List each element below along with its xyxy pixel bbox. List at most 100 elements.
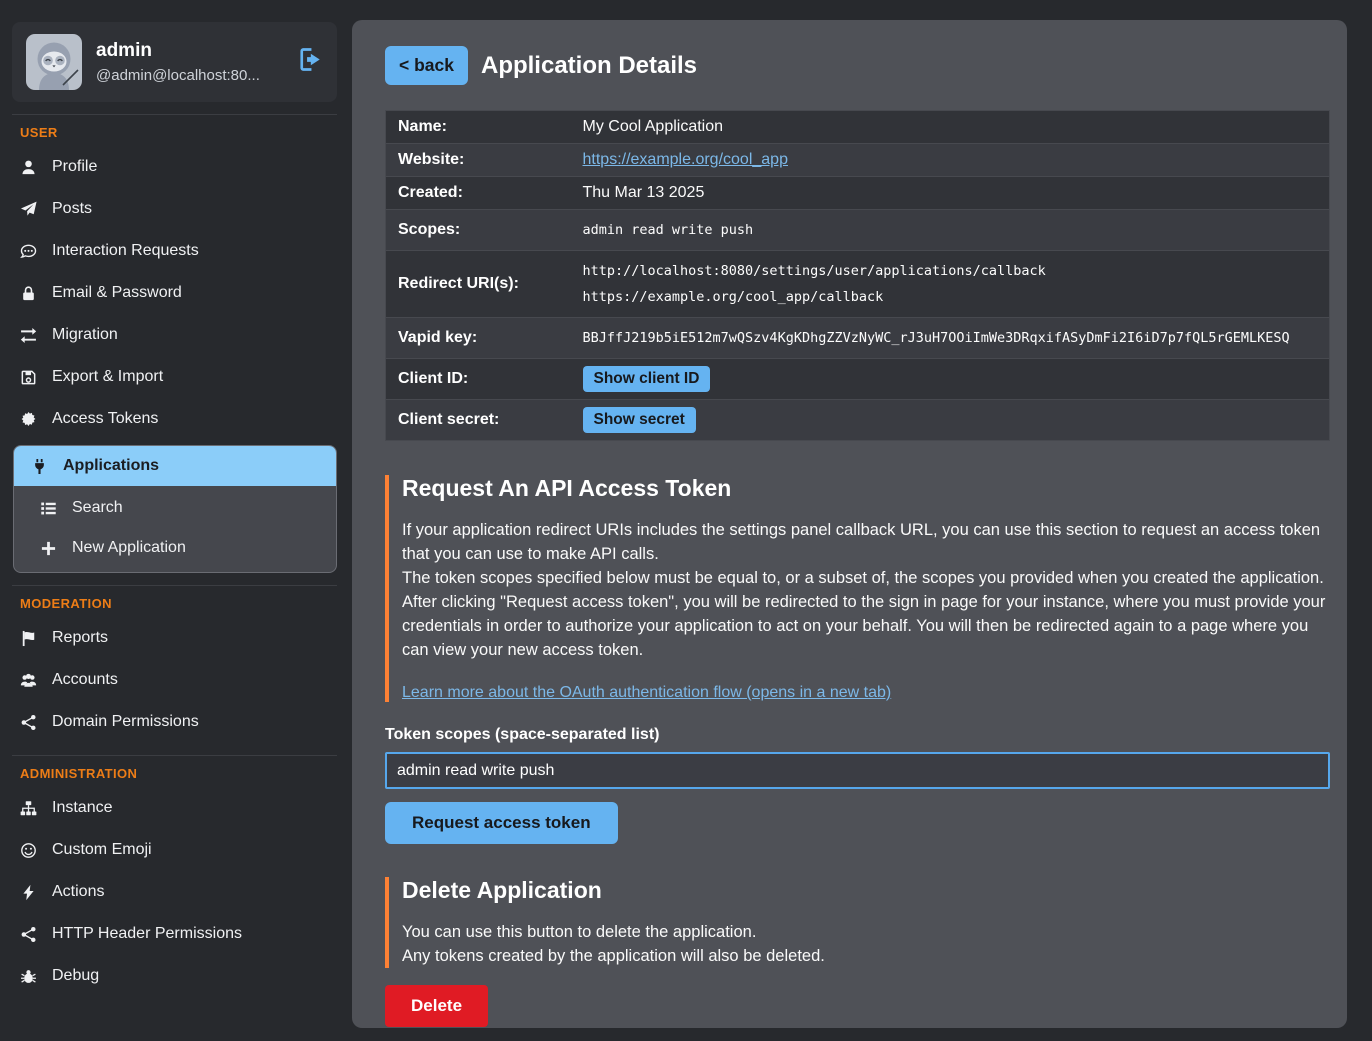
delete-section-body: Delete Application You can use this butt… <box>385 877 1330 968</box>
sidebar-divider <box>12 755 337 756</box>
sidebar-item-label: Email & Password <box>52 284 182 302</box>
paper-plane-icon <box>20 201 37 218</box>
sidebar-divider <box>12 114 337 115</box>
sign-out-icon <box>298 47 323 72</box>
token-scopes-label: Token scopes (space-separated list) <box>385 726 1330 744</box>
sitemap-icon <box>20 800 37 817</box>
sidebar-item-search[interactable]: Search <box>14 488 336 528</box>
logout-button[interactable] <box>298 47 323 77</box>
detail-value: Thu Mar 13 2025 <box>571 177 1330 210</box>
sidebar-item-actions[interactable]: Actions <box>0 871 352 913</box>
plus-icon <box>40 540 57 557</box>
user-name: admin <box>96 40 260 62</box>
user-card[interactable]: admin @admin@localhost:80... <box>12 22 337 102</box>
detail-row-vapid-key: Vapid key: BBJffJ219b5iE512m7wQSzv4KgKDhg… <box>386 318 1330 359</box>
detail-row-client-id: Client ID: Show client ID <box>386 359 1330 400</box>
detail-row-created: Created:Thu Mar 13 2025 <box>386 177 1330 210</box>
bolt-icon <box>20 884 37 901</box>
page-title: Application Details <box>481 52 697 80</box>
detail-value: BBJffJ219b5iE512m7wQSzv4KgKDhgZZVzNyWC_r… <box>571 318 1330 359</box>
detail-label: Vapid key: <box>386 318 571 359</box>
user-meta: admin @admin@localhost:80... <box>96 40 260 84</box>
sidebar-item-debug[interactable]: Debug <box>0 955 352 997</box>
detail-mono-value: admin read write push <box>583 222 754 238</box>
sidebar-item-custom-emoji[interactable]: Custom Emoji <box>0 829 352 871</box>
sidebar-section-label-administration: ADMINISTRATION <box>20 766 352 781</box>
smile-icon <box>20 842 37 859</box>
delete-section-paragraph: Any tokens created by the application wi… <box>402 944 1330 968</box>
detail-value: https://example.org/cool_app <box>571 144 1330 177</box>
sidebar-item-new-application[interactable]: New Application <box>14 528 336 568</box>
user-icon <box>20 159 37 176</box>
flag-icon <box>20 630 37 647</box>
website-link[interactable]: https://example.org/cool_app <box>583 151 788 168</box>
detail-row-website: Website:https://example.org/cool_app <box>386 144 1330 177</box>
token-section: Request An API Access Token If your appl… <box>385 475 1330 844</box>
page-header: < back Application Details <box>385 46 1330 85</box>
detail-mono-value: http://localhost:8080/settings/user/appl… <box>583 258 1318 284</box>
sidebar-item-access-tokens[interactable]: Access Tokens <box>0 398 352 440</box>
oauth-docs-link[interactable]: Learn more about the OAuth authenticatio… <box>402 684 891 702</box>
sidebar-item-email-password[interactable]: Email & Password <box>0 272 352 314</box>
user-lock-icon <box>20 285 37 302</box>
sloth-avatar-image <box>26 34 82 90</box>
sidebar-group-applications: Applications Search New Application <box>13 445 337 573</box>
share-nodes-icon <box>20 714 37 731</box>
sidebar-item-accounts[interactable]: Accounts <box>0 659 352 701</box>
detail-value: Show client ID <box>571 359 1330 400</box>
main-panel: < back Application Details Name:My Cool … <box>352 20 1347 1028</box>
delete-section: Delete Application You can use this butt… <box>385 877 1330 1027</box>
certificate-icon <box>20 411 37 428</box>
sidebar-item-label: Instance <box>52 799 112 817</box>
sidebar-item-reports[interactable]: Reports <box>0 617 352 659</box>
token-scopes-input[interactable] <box>385 752 1330 789</box>
sidebar-item-profile[interactable]: Profile <box>0 146 352 188</box>
sidebar-item-export-import[interactable]: Export & Import <box>0 356 352 398</box>
sidebar-item-label: Reports <box>52 629 108 647</box>
floppy-icon <box>20 369 37 386</box>
sidebar-item-label: Applications <box>63 457 159 475</box>
delete-section-paragraph: You can use this button to delete the ap… <box>402 920 1330 944</box>
token-section-body: Request An API Access Token If your appl… <box>385 475 1330 702</box>
detail-value: http://localhost:8080/settings/user/appl… <box>571 251 1330 318</box>
list-icon <box>40 500 57 517</box>
sidebar-section-label-user: USER <box>20 125 352 140</box>
users-icon <box>20 672 37 689</box>
detail-label: Name: <box>386 111 571 144</box>
sidebar-item-domain-permissions[interactable]: Domain Permissions <box>0 701 352 743</box>
sidebar-item-applications[interactable]: Applications <box>14 446 336 486</box>
token-section-paragraph: The token scopes specified below must be… <box>402 566 1330 590</box>
delete-button[interactable]: Delete <box>385 985 488 1027</box>
detail-row-client-secret: Client secret: Show secret <box>386 400 1330 441</box>
sidebar-item-interaction-requests[interactable]: Interaction Requests <box>0 230 352 272</box>
sidebar-item-http-header-permissions[interactable]: HTTP Header Permissions <box>0 913 352 955</box>
sidebar-item-label: Export & Import <box>52 368 163 386</box>
request-access-token-button[interactable]: Request access token <box>385 802 618 844</box>
share-nodes-icon <box>20 926 37 943</box>
user-handle: @admin@localhost:80... <box>96 67 260 84</box>
sidebar-item-posts[interactable]: Posts <box>0 188 352 230</box>
sidebar-item-label: Posts <box>52 200 92 218</box>
detail-row-redirect-uri-s: Redirect URI(s):http://localhost:8080/se… <box>386 251 1330 318</box>
exchange-icon <box>20 327 37 344</box>
show-secret-button[interactable]: Show secret <box>583 407 696 433</box>
plug-icon <box>31 458 48 475</box>
detail-label: Client ID: <box>386 359 571 400</box>
token-section-paragraph: If your application redirect URIs includ… <box>402 518 1330 566</box>
detail-row-name: Name:My Cool Application <box>386 111 1330 144</box>
sidebar-item-migration[interactable]: Migration <box>0 314 352 356</box>
token-section-heading: Request An API Access Token <box>402 475 1330 502</box>
detail-mono-value: https://example.org/cool_app/callback <box>583 284 1318 310</box>
sidebar-item-label: Custom Emoji <box>52 841 152 859</box>
show-client-id-button[interactable]: Show client ID <box>583 366 711 392</box>
detail-row-scopes: Scopes:admin read write push <box>386 210 1330 251</box>
token-section-paragraph: After clicking "Request access token", y… <box>402 590 1330 662</box>
detail-value: Show secret <box>571 400 1330 441</box>
back-button[interactable]: < back <box>385 46 468 85</box>
sidebar-item-label: New Application <box>72 539 186 557</box>
detail-label: Client secret: <box>386 400 571 441</box>
sidebar-item-instance[interactable]: Instance <box>0 787 352 829</box>
sidebar-item-label: Access Tokens <box>52 410 158 428</box>
application-details-table: Name:My Cool ApplicationWebsite:https://… <box>385 110 1330 441</box>
detail-mono-value: BBJffJ219b5iE512m7wQSzv4KgKDhgZZVzNyWC_r… <box>583 330 1290 346</box>
